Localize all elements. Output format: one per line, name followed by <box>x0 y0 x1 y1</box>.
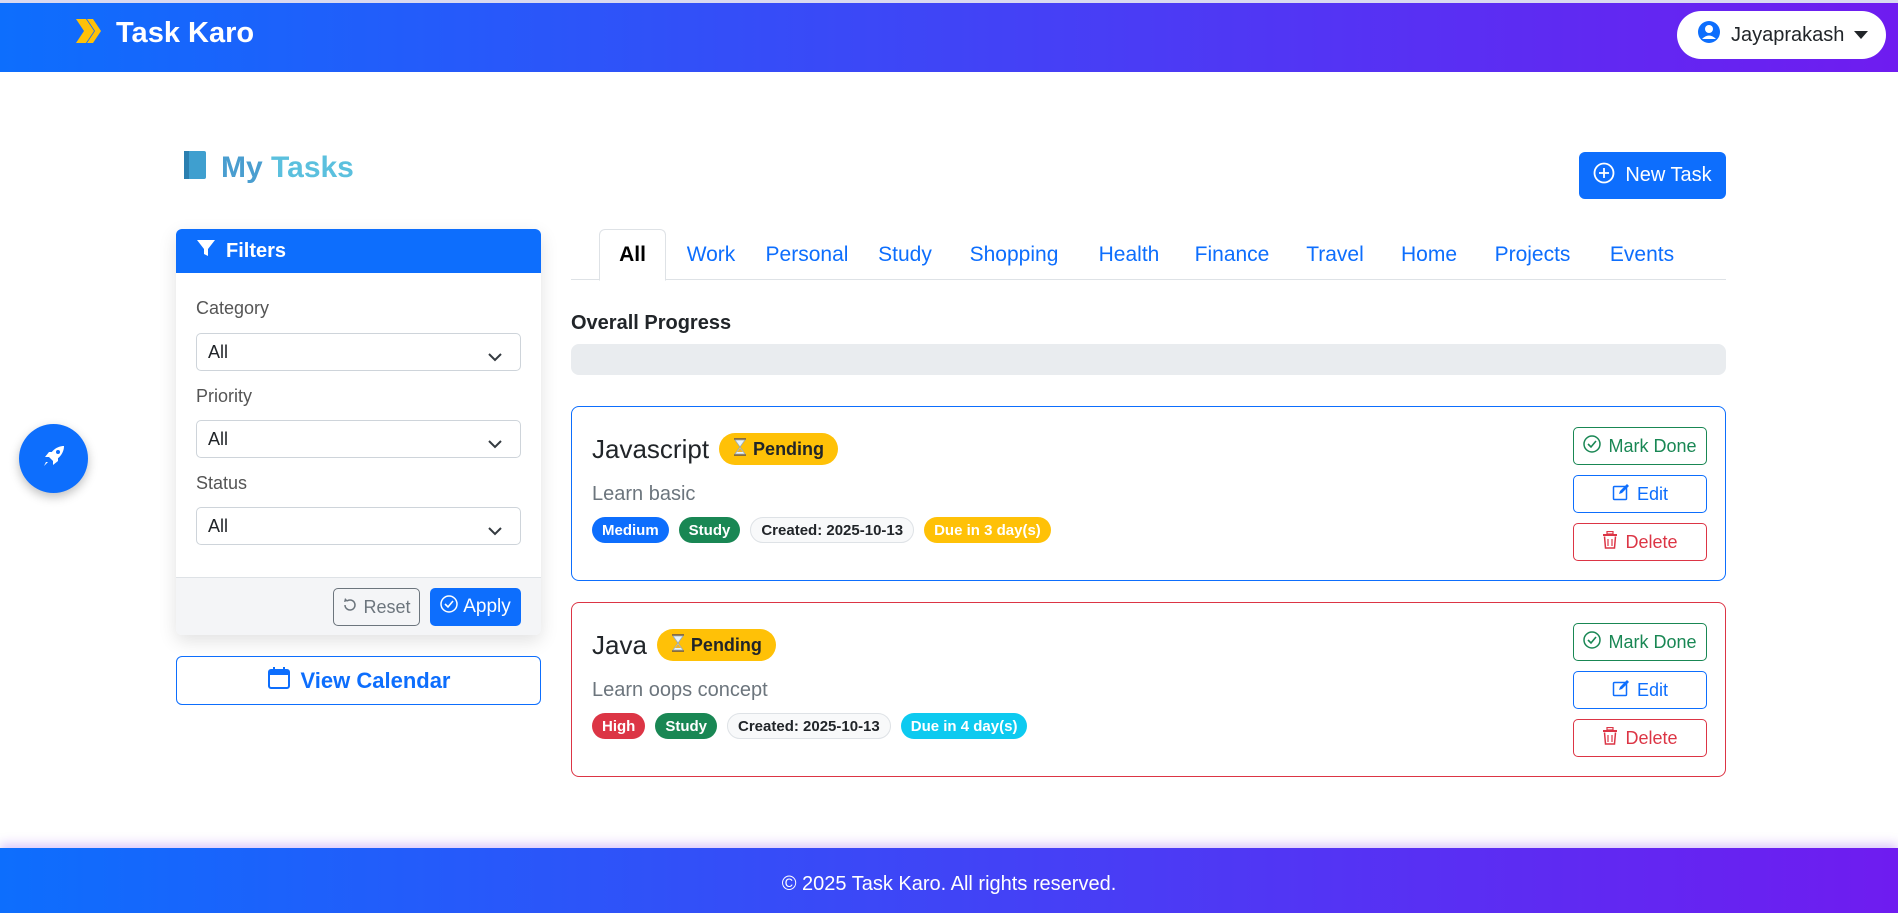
category-badge: Study <box>678 517 741 543</box>
edit-label: Edit <box>1636 679 1669 700</box>
tab-work[interactable]: Work <box>676 229 746 280</box>
pencil-square-icon <box>1612 483 1630 506</box>
filters-panel: Filters Category All Priority All Status… <box>176 229 541 635</box>
status-badge: Pending <box>719 433 839 465</box>
tab-all[interactable]: All <box>599 229 666 281</box>
apply-button[interactable]: Apply <box>430 588 521 626</box>
priority-label: Priority <box>196 386 253 406</box>
status-value: All <box>208 515 229 536</box>
chevron-down-icon <box>488 346 502 367</box>
calendar-icon <box>267 666 291 696</box>
new-task-button[interactable]: New Task <box>1579 152 1726 199</box>
apply-label: Apply <box>463 596 511 617</box>
hourglass-icon <box>671 633 685 657</box>
edit-button[interactable]: Edit <box>1573 671 1707 709</box>
funnel-icon <box>196 238 216 264</box>
overall-progress-bar <box>571 344 1726 375</box>
page-title: My Tasks <box>183 150 354 185</box>
delete-button[interactable]: Delete <box>1573 523 1707 561</box>
check-circle-icon <box>1583 630 1602 654</box>
view-calendar-button[interactable]: View Calendar <box>176 656 541 705</box>
rocket-fab-button[interactable] <box>19 424 88 493</box>
edit-button[interactable]: Edit <box>1573 475 1707 513</box>
task-name: Javascript <box>592 433 710 464</box>
task-description: Learn basic <box>592 483 696 505</box>
tab-projects[interactable]: Projects <box>1480 229 1585 280</box>
edit-label: Edit <box>1636 483 1669 504</box>
category-badge: Study <box>655 713 717 739</box>
tab-personal[interactable]: Personal <box>756 229 858 280</box>
user-menu-button[interactable]: Jayaprakash <box>1677 11 1886 59</box>
user-name: Jayaprakash <box>1731 23 1845 46</box>
hourglass-icon <box>733 437 747 461</box>
task-description: Learn oops concept <box>592 679 768 701</box>
footer: © 2025 Task Karo. All rights reserved. <box>0 848 1898 913</box>
due-badge: Due in 4 day(s) <box>900 713 1028 739</box>
chevron-down-icon <box>488 520 502 541</box>
priority-value: All <box>208 428 229 449</box>
footer-copyright: © 2025 Task Karo. All rights reserved. <box>781 873 1117 895</box>
new-task-label: New Task <box>1625 164 1712 186</box>
logo-icon <box>74 17 104 50</box>
due-badge: Due in 3 day(s) <box>924 517 1051 543</box>
tab-events[interactable]: Events <box>1595 229 1689 280</box>
created-date-badge: Created: 2025-10-13 <box>750 517 915 543</box>
tab-travel[interactable]: Travel <box>1292 229 1378 280</box>
category-tabs: All Work Personal Study Shopping Health … <box>571 229 1726 281</box>
reset-icon <box>342 597 358 618</box>
trash-icon <box>1602 726 1618 750</box>
tab-shopping[interactable]: Shopping <box>952 229 1076 280</box>
tab-home[interactable]: Home <box>1388 229 1470 280</box>
status-label: Status <box>196 473 248 493</box>
brand[interactable]: Task Karo <box>74 17 254 50</box>
reset-label: Reset <box>363 596 411 617</box>
delete-button[interactable]: Delete <box>1573 719 1707 757</box>
tab-finance[interactable]: Finance <box>1182 229 1282 280</box>
filters-footer: Reset Apply <box>176 577 541 635</box>
category-label: Category <box>196 298 270 318</box>
navbar: Task Karo Jayaprakash <box>0 0 1898 72</box>
mark-done-button[interactable]: Mark Done <box>1573 427 1707 465</box>
mark-done-label: Mark Done <box>1608 435 1697 456</box>
status-select[interactable]: All <box>196 507 521 545</box>
task-card: Javascript Pending Learn basic Medium St… <box>571 406 1726 581</box>
category-select[interactable]: All <box>196 333 521 371</box>
view-calendar-label: View Calendar <box>300 667 451 693</box>
plus-circle-icon <box>1593 162 1615 190</box>
status-badge: Pending <box>656 629 776 661</box>
mark-done-button[interactable]: Mark Done <box>1573 623 1707 661</box>
created-date-badge: Created: 2025-10-13 <box>727 713 891 739</box>
page-title-word-2: Tasks <box>271 150 354 184</box>
mark-done-label: Mark Done <box>1608 631 1697 652</box>
reset-button[interactable]: Reset <box>333 588 420 626</box>
chevron-down-icon <box>488 433 502 454</box>
overall-progress-label: Overall Progress <box>571 312 732 334</box>
category-value: All <box>208 341 229 362</box>
priority-badge: Medium <box>592 517 669 543</box>
priority-badge: High <box>592 713 646 739</box>
tab-study[interactable]: Study <box>868 229 942 280</box>
task-card: Java Pending Learn oops concept High Stu… <box>571 602 1726 777</box>
filters-title: Filters <box>226 239 287 262</box>
pencil-square-icon <box>1612 679 1630 702</box>
check-circle-icon <box>440 595 458 619</box>
status-text: Pending <box>690 634 762 655</box>
delete-label: Delete <box>1625 531 1678 552</box>
task-name: Java <box>592 629 647 660</box>
trash-icon <box>1602 530 1618 554</box>
brand-name: Task Karo <box>116 17 255 49</box>
check-circle-icon <box>1583 434 1602 458</box>
journal-icon <box>183 150 207 185</box>
filters-header: Filters <box>176 229 541 273</box>
tab-health[interactable]: Health <box>1086 229 1172 280</box>
caret-down-icon <box>1854 31 1869 39</box>
user-circle-icon <box>1697 20 1721 50</box>
delete-label: Delete <box>1625 727 1678 748</box>
priority-select[interactable]: All <box>196 420 521 458</box>
page-title-word-1: My <box>221 150 263 184</box>
status-text: Pending <box>753 438 825 459</box>
rocket-icon <box>40 442 68 475</box>
